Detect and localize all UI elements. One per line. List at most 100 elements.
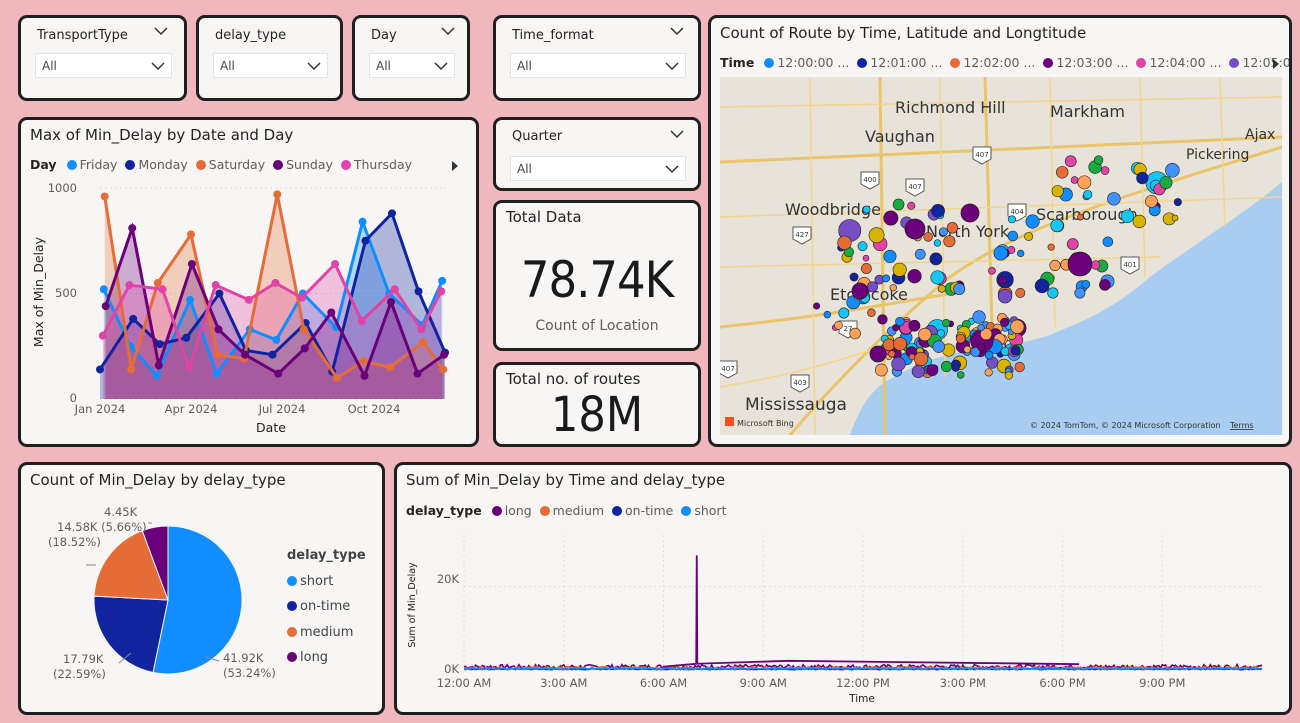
map-bubble[interactable] xyxy=(1007,230,1019,242)
transporttype-dropdown[interactable]: All xyxy=(35,53,172,78)
data-point[interactable] xyxy=(187,230,196,239)
map-bubble[interactable] xyxy=(1051,185,1064,198)
map-bubble[interactable] xyxy=(882,338,896,351)
data-point[interactable] xyxy=(437,287,446,296)
legend-item[interactable]: 12:03:00 ... xyxy=(1043,55,1128,70)
data-point[interactable] xyxy=(299,325,308,334)
data-point[interactable] xyxy=(153,278,162,287)
map-bubble[interactable] xyxy=(834,320,843,330)
data-point[interactable] xyxy=(182,333,191,342)
map-bubble[interactable] xyxy=(1056,166,1069,179)
data-point[interactable] xyxy=(357,316,366,325)
data-point[interactable] xyxy=(272,335,281,344)
map-bubble[interactable] xyxy=(1064,155,1077,168)
map-bubble[interactable] xyxy=(882,274,891,283)
map-bubble[interactable] xyxy=(1047,243,1055,251)
data-point[interactable] xyxy=(129,314,138,323)
data-point[interactable] xyxy=(212,369,221,378)
legend-item[interactable]: 12:01:00 ... xyxy=(857,55,942,70)
map-bubble[interactable] xyxy=(823,310,832,319)
data-point[interactable] xyxy=(390,285,399,294)
data-point[interactable] xyxy=(386,363,395,372)
map-bubble[interactable] xyxy=(1024,231,1034,241)
map-bubble[interactable] xyxy=(867,308,876,318)
map-bubble[interactable] xyxy=(972,310,986,324)
map-bubble[interactable] xyxy=(907,201,916,210)
map-bubble[interactable] xyxy=(926,364,939,377)
map-bubble[interactable] xyxy=(1077,175,1092,190)
data-point[interactable] xyxy=(440,350,449,359)
map-bubble[interactable] xyxy=(1120,209,1135,223)
map-bubble[interactable] xyxy=(1070,176,1079,184)
map-bubble[interactable] xyxy=(1132,214,1147,229)
map-bubble[interactable] xyxy=(862,254,870,262)
data-point[interactable] xyxy=(127,365,136,374)
data-point[interactable] xyxy=(185,363,194,372)
map-bubble[interactable] xyxy=(857,241,868,252)
map-bubble[interactable] xyxy=(1014,361,1025,373)
map-bubble[interactable] xyxy=(849,327,861,340)
map-bubble[interactable] xyxy=(943,235,956,248)
map-bubble[interactable] xyxy=(937,284,946,293)
map-bubble[interactable] xyxy=(977,324,985,332)
data-point[interactable] xyxy=(360,371,369,380)
legend-item[interactable]: short xyxy=(287,569,366,595)
map-bubble[interactable] xyxy=(1107,192,1121,206)
data-point[interactable] xyxy=(332,373,341,382)
map-bubble[interactable] xyxy=(907,269,922,284)
data-point[interactable] xyxy=(158,285,167,294)
data-point[interactable] xyxy=(358,217,367,226)
map-bubble[interactable] xyxy=(838,307,850,319)
map-bubble[interactable] xyxy=(984,368,993,377)
legend-item[interactable]: long xyxy=(287,645,366,671)
map-bubble[interactable] xyxy=(988,267,996,275)
map-bubble[interactable] xyxy=(893,337,907,351)
legend-item[interactable]: 12:02:00 ... xyxy=(950,55,1035,70)
map-bubble[interactable] xyxy=(889,284,897,292)
map-bubble[interactable] xyxy=(1050,218,1064,233)
map-bubble[interactable] xyxy=(963,345,972,354)
data-point[interactable] xyxy=(361,236,370,245)
map-bubble[interactable] xyxy=(1077,213,1084,221)
data-point[interactable] xyxy=(100,192,109,201)
map-bubble[interactable] xyxy=(892,198,905,211)
legend-next-arrow-icon[interactable] xyxy=(1273,59,1279,69)
map-bubble[interactable] xyxy=(1017,249,1025,258)
map-bubble[interactable] xyxy=(895,316,905,327)
data-point[interactable] xyxy=(154,361,163,370)
map-bubble[interactable] xyxy=(1067,251,1093,277)
map-bubble[interactable] xyxy=(984,350,994,360)
data-point[interactable] xyxy=(359,357,368,366)
data-point[interactable] xyxy=(438,276,447,285)
data-point[interactable] xyxy=(98,331,107,340)
map-bubble[interactable] xyxy=(939,227,948,237)
quarter-dropdown[interactable]: All xyxy=(510,156,686,181)
map-bubble[interactable] xyxy=(1010,345,1021,356)
map-bubble[interactable] xyxy=(888,350,896,358)
map-bubble[interactable] xyxy=(960,203,980,223)
map-bubble[interactable] xyxy=(932,340,945,353)
map-bubble[interactable] xyxy=(931,203,945,218)
map-bubble[interactable] xyxy=(860,263,872,274)
data-point[interactable] xyxy=(213,350,222,359)
data-point[interactable] xyxy=(215,289,224,298)
map-bubble[interactable] xyxy=(993,246,1009,261)
data-point[interactable] xyxy=(155,340,164,349)
day-dropdown[interactable]: All xyxy=(369,53,455,78)
data-point[interactable] xyxy=(331,259,340,268)
legend-item[interactable]: on-time xyxy=(287,594,366,620)
map-bubble[interactable] xyxy=(1000,347,1010,356)
legend-item[interactable]: 12:05:00 ... xyxy=(1229,55,1289,70)
map-bubble[interactable] xyxy=(929,252,943,266)
map-bubble[interactable] xyxy=(1015,287,1026,298)
map-bubble[interactable] xyxy=(1074,287,1086,299)
data-point[interactable] xyxy=(297,293,306,302)
map-bubble[interactable] xyxy=(955,333,966,344)
map-bubble[interactable] xyxy=(953,283,966,295)
map-bubble[interactable] xyxy=(923,232,933,242)
data-point[interactable] xyxy=(439,365,448,374)
map-bubble[interactable] xyxy=(1173,198,1182,207)
map-bubble[interactable] xyxy=(891,356,906,372)
data-point[interactable] xyxy=(327,308,336,317)
data-point[interactable] xyxy=(413,369,422,378)
